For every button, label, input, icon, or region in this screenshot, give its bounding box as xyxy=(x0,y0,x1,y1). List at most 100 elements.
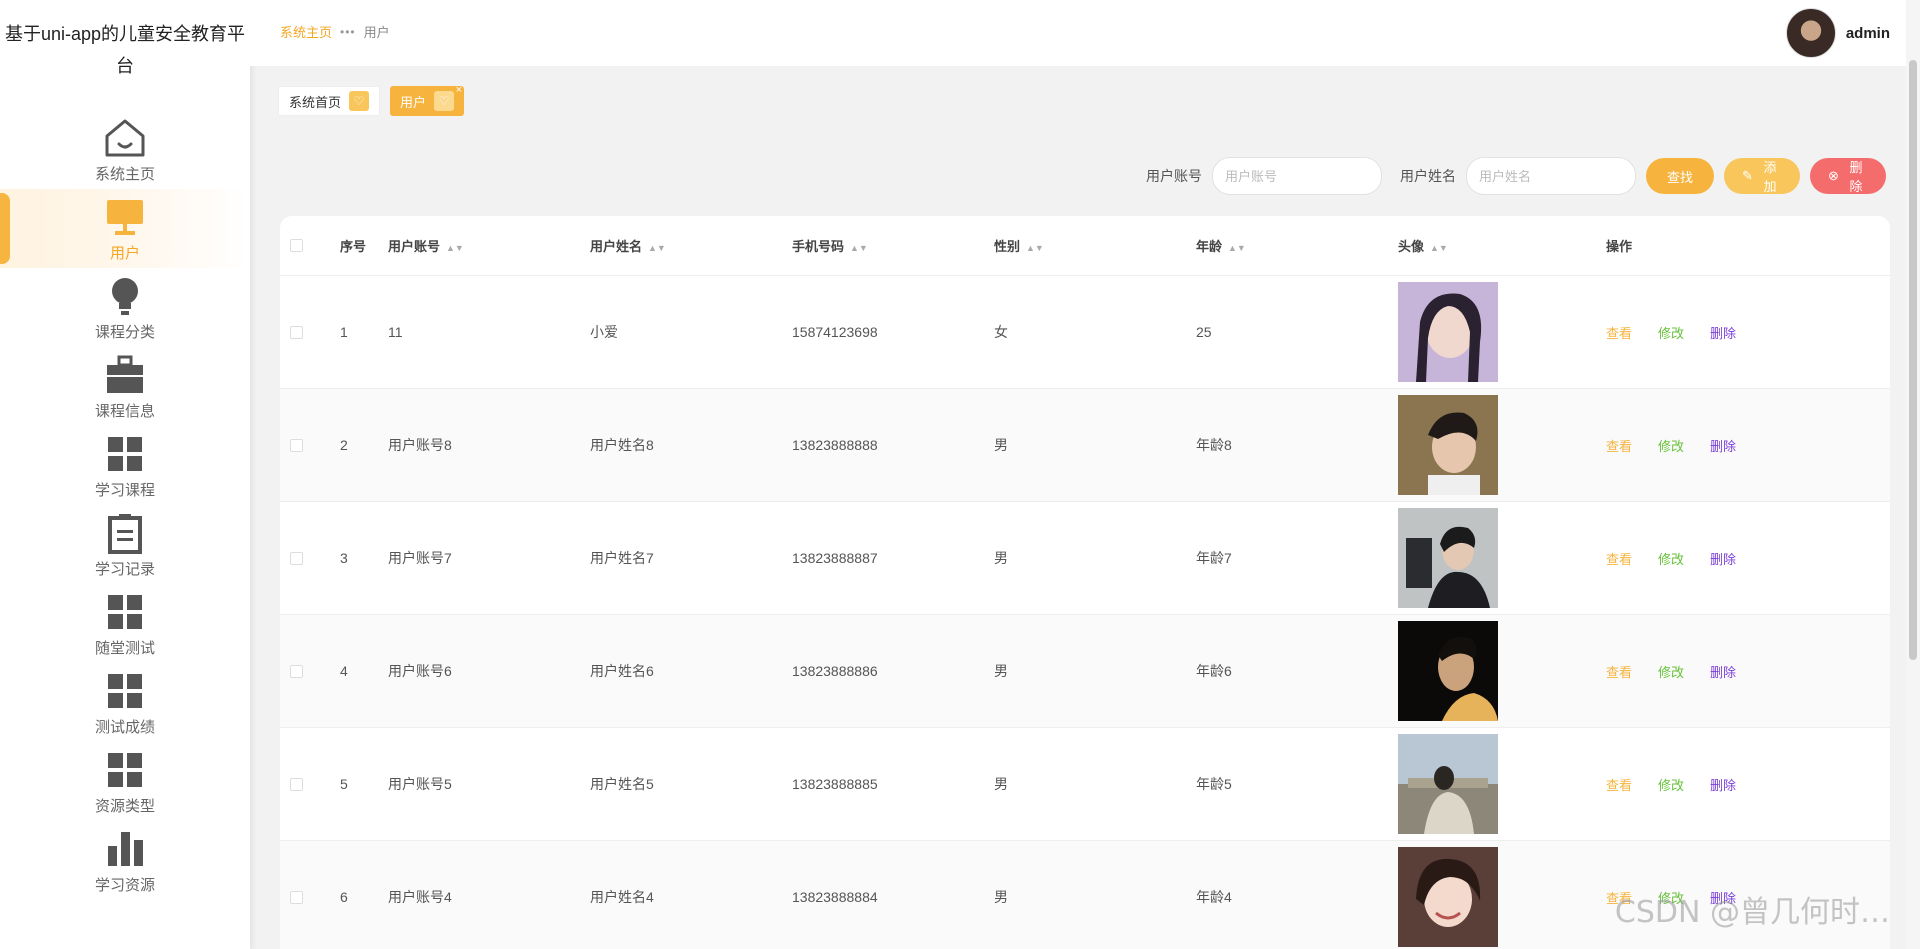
cell-account: 用户账号6 xyxy=(388,663,452,679)
col-sex[interactable]: 性别 ▲▼ xyxy=(976,236,1178,255)
cell-age: 年龄8 xyxy=(1196,437,1232,453)
col-name[interactable]: 用户姓名 ▲▼ xyxy=(572,236,774,255)
delete-link[interactable]: 删除 xyxy=(1710,662,1736,681)
edit-link[interactable]: 修改 xyxy=(1658,323,1684,342)
cell-name: 用户姓名6 xyxy=(590,663,654,679)
sort-icon: ▲▼ xyxy=(850,242,868,253)
view-link[interactable]: 查看 xyxy=(1606,436,1632,455)
row-checkbox[interactable] xyxy=(290,438,303,452)
row-checkbox[interactable] xyxy=(290,890,303,904)
pencil-icon: ✎ xyxy=(1742,168,1753,183)
name-search-input[interactable] xyxy=(1466,157,1636,195)
user-table: 序号 用户账号 ▲▼ 用户姓名 ▲▼ 手机号码 ▲▼ 性别 ▲▼ 年龄 ▲▼ 头像 ▲▼ 操… xyxy=(280,216,1890,949)
cell-account: 用户账号5 xyxy=(388,776,452,792)
lightbulb-icon xyxy=(102,273,148,319)
row-checkbox[interactable] xyxy=(290,777,303,791)
view-link[interactable]: 查看 xyxy=(1606,662,1632,681)
heart-icon: ♡ xyxy=(434,91,455,111)
account-label: 用户账号 xyxy=(1146,168,1202,184)
sidebar-item-quiz[interactable]: 随堂测试 xyxy=(0,584,250,663)
delete-link[interactable]: 删除 xyxy=(1710,549,1736,568)
row-checkbox[interactable] xyxy=(290,325,303,339)
add-button[interactable]: ✎ 添加 xyxy=(1724,158,1800,194)
col-phone[interactable]: 手机号码 ▲▼ xyxy=(774,236,976,255)
col-account[interactable]: 用户账号 ▲▼ xyxy=(370,236,572,255)
avatar-photo xyxy=(1398,847,1498,947)
view-link[interactable]: 查看 xyxy=(1606,775,1632,794)
cell-index: 1 xyxy=(340,324,348,340)
sort-icon: ▲▼ xyxy=(1228,242,1246,253)
view-link[interactable]: 查看 xyxy=(1606,549,1632,568)
table-row: 2 用户账号8 用户姓名8 13823888888 男 年龄8 查看 修改 删除 xyxy=(280,389,1890,502)
sidebar: 基于uni-app的儿童安全教育平台 系统主页 用户 课程分类 课程信息 学习课… xyxy=(0,0,250,949)
search-button[interactable]: 查找 xyxy=(1646,158,1714,194)
top-header: 系统主页 ••• 用户 admin xyxy=(250,0,1920,66)
sort-icon: ▲▼ xyxy=(1430,242,1448,253)
name-label: 用户姓名 xyxy=(1400,168,1456,184)
cell-sex: 男 xyxy=(994,550,1008,566)
delete-link[interactable]: 删除 xyxy=(1710,775,1736,794)
row-checkbox[interactable] xyxy=(290,664,303,678)
breadcrumb-current: 用户 xyxy=(363,25,390,40)
scrollbar-thumb[interactable] xyxy=(1909,60,1917,660)
sidebar-item-study-course[interactable]: 学习课程 xyxy=(0,426,250,505)
cell-sex: 女 xyxy=(994,324,1008,340)
table-header: 序号 用户账号 ▲▼ 用户姓名 ▲▼ 手机号码 ▲▼ 性别 ▲▼ 年龄 ▲▼ 头像 ▲▼ 操… xyxy=(280,216,1890,276)
cell-account: 11 xyxy=(388,324,403,340)
cell-index: 5 xyxy=(340,776,348,792)
sidebar-item-label: 随堂测试 xyxy=(94,640,155,657)
sidebar-item-users[interactable]: 用户 xyxy=(0,189,250,268)
cell-name: 用户姓名4 xyxy=(590,889,654,905)
sidebar-item-label: 测试成绩 xyxy=(94,719,155,736)
cell-age: 年龄6 xyxy=(1196,663,1232,679)
sidebar-item-label: 学习记录 xyxy=(94,561,155,578)
sidebar-item-home[interactable]: 系统主页 xyxy=(0,110,250,189)
edit-link[interactable]: 修改 xyxy=(1658,436,1684,455)
add-button-label: 添加 xyxy=(1763,160,1777,194)
cell-sex: 男 xyxy=(994,663,1008,679)
cell-index: 6 xyxy=(340,889,348,905)
row-checkbox[interactable] xyxy=(290,551,303,565)
tag-bar: 系统首页 ♡ 用户 ♡ × xyxy=(278,84,465,116)
tag-home[interactable]: 系统首页 ♡ xyxy=(278,86,381,116)
sidebar-item-label: 资源类型 xyxy=(94,798,155,815)
delete-button[interactable]: ⊗ 删除 xyxy=(1810,158,1886,194)
sidebar-item-label: 学习课程 xyxy=(94,482,155,499)
table-row: 4 用户账号6 用户姓名6 13823888886 男 年龄6 查看 修改 删除 xyxy=(280,615,1890,728)
edit-link[interactable]: 修改 xyxy=(1658,549,1684,568)
table-row: 3 用户账号7 用户姓名7 13823888887 男 年龄7 查看 修改 删除 xyxy=(280,502,1890,615)
heart-icon: ♡ xyxy=(349,91,370,111)
avatar[interactable] xyxy=(1785,8,1836,58)
page-scrollbar[interactable] xyxy=(1906,0,1920,949)
sidebar-item-label: 学习资源 xyxy=(94,877,155,894)
sidebar-item-resource-type[interactable]: 资源类型 xyxy=(0,742,250,821)
user-name[interactable]: admin xyxy=(1846,25,1890,42)
close-icon[interactable]: × xyxy=(456,84,462,96)
breadcrumb: 系统主页 ••• 用户 xyxy=(280,22,390,41)
select-all-checkbox[interactable] xyxy=(290,239,303,252)
breadcrumb-home[interactable]: 系统主页 xyxy=(280,22,332,41)
edit-link[interactable]: 修改 xyxy=(1658,662,1684,681)
delete-link[interactable]: 删除 xyxy=(1710,323,1736,342)
close-circle-icon: ⊗ xyxy=(1828,168,1839,183)
edit-link[interactable]: 修改 xyxy=(1658,775,1684,794)
user-menu[interactable]: admin xyxy=(1785,8,1890,58)
sidebar-item-study-resource[interactable]: 学习资源 xyxy=(0,821,250,900)
col-age[interactable]: 年龄 ▲▼ xyxy=(1178,236,1380,255)
sidebar-item-scores[interactable]: 测试成绩 xyxy=(0,663,250,742)
tag-label: 系统首页 xyxy=(289,94,342,110)
tag-users[interactable]: 用户 ♡ × xyxy=(390,84,465,116)
sidebar-item-course-category[interactable]: 课程分类 xyxy=(0,268,250,347)
sort-icon: ▲▼ xyxy=(648,242,666,253)
sidebar-item-study-record[interactable]: 学习记录 xyxy=(0,505,250,584)
app-title: 基于uni-app的儿童安全教育平台 xyxy=(4,24,246,76)
grid-icon xyxy=(102,431,148,477)
sidebar-item-course-info[interactable]: 课程信息 xyxy=(0,347,250,426)
delete-link[interactable]: 删除 xyxy=(1710,436,1736,455)
col-avatar[interactable]: 头像 ▲▼ xyxy=(1380,236,1580,255)
col-index: 序号 xyxy=(340,239,367,254)
view-link[interactable]: 查看 xyxy=(1606,323,1632,342)
clipboard-icon xyxy=(102,510,148,556)
grid-icon xyxy=(102,747,148,793)
account-search-input[interactable] xyxy=(1212,157,1382,195)
